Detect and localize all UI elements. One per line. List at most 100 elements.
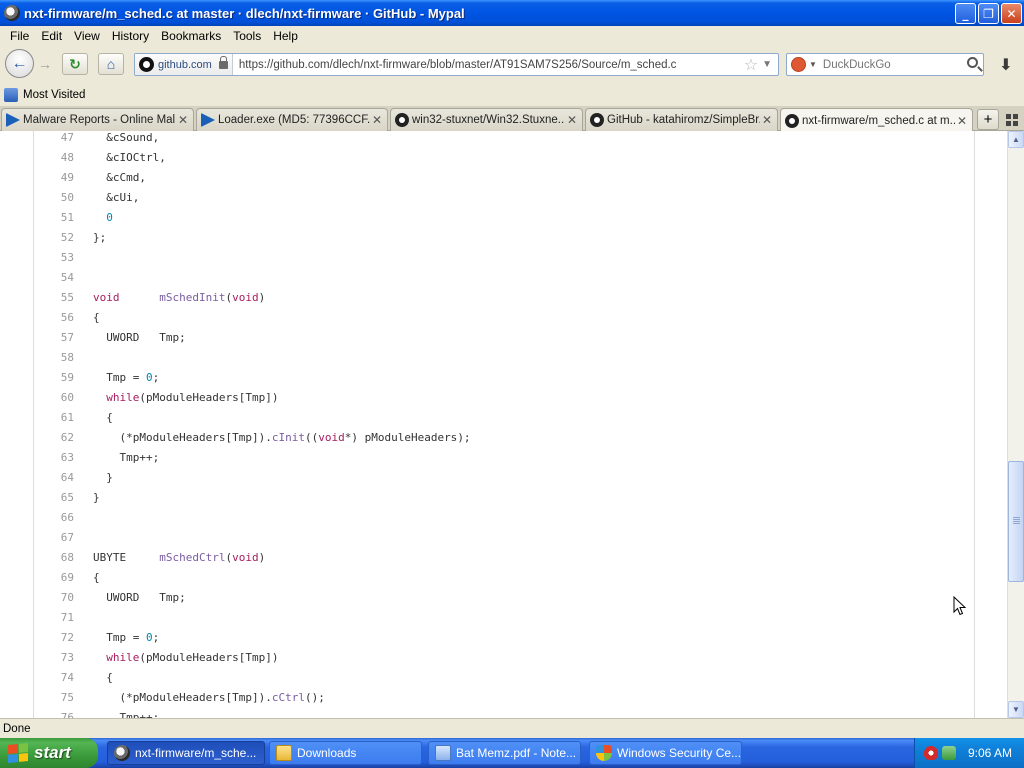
network-icon[interactable] xyxy=(942,746,956,760)
line-number[interactable]: 74 xyxy=(34,668,74,688)
code-text: Tmp++; xyxy=(119,451,160,464)
code-text: Tmp = 0; xyxy=(106,631,160,644)
menu-file[interactable]: File xyxy=(4,26,35,46)
line-number[interactable]: 76 xyxy=(34,708,74,718)
search-engine-dropdown-icon[interactable]: ▼ xyxy=(809,60,817,69)
line-number[interactable]: 73 xyxy=(34,648,74,668)
close-button[interactable]: ✕ xyxy=(1001,3,1022,24)
line-number[interactable]: 62 xyxy=(34,428,74,448)
taskbar-item-mypal[interactable]: nxt-firmware/m_sche... xyxy=(107,741,265,765)
taskbar-item-label: Downloads xyxy=(297,746,357,760)
line-number[interactable]: 57 xyxy=(34,328,74,348)
line-number[interactable]: 54 xyxy=(34,268,74,288)
start-button[interactable]: start xyxy=(0,738,98,768)
line-number[interactable]: 56 xyxy=(34,308,74,328)
code-text: UWORD Tmp; xyxy=(106,331,186,344)
line-number[interactable]: 61 xyxy=(34,408,74,428)
line-number[interactable]: 59 xyxy=(34,368,74,388)
line-number[interactable]: 47 xyxy=(34,131,74,148)
lock-icon xyxy=(218,55,228,69)
tab-m-sched[interactable]: nxt-firmware/m_sched.c at m... ✕ xyxy=(780,108,973,132)
tab-close-icon[interactable]: ✕ xyxy=(565,113,579,127)
security-alert-icon[interactable] xyxy=(924,746,938,760)
back-button[interactable]: ← xyxy=(5,49,34,78)
menu-edit[interactable]: Edit xyxy=(35,26,68,46)
clock[interactable]: 9:06 AM xyxy=(968,746,1012,760)
menu-view[interactable]: View xyxy=(68,26,106,46)
home-button[interactable]: ⌂ xyxy=(98,53,124,75)
tab-close-icon[interactable]: ✕ xyxy=(760,113,774,127)
list-all-tabs-icon[interactable] xyxy=(1004,112,1020,128)
line-number[interactable]: 50 xyxy=(34,188,74,208)
tab-label: nxt-firmware/m_sched.c at m... xyxy=(802,114,955,127)
line-number[interactable]: 66 xyxy=(34,508,74,528)
vertical-scrollbar[interactable]: ▲ ▼ xyxy=(1007,131,1024,718)
github-icon xyxy=(395,113,409,127)
line-number[interactable]: 69 xyxy=(34,568,74,588)
mouse-pointer-icon xyxy=(953,596,967,616)
scroll-grip-icon xyxy=(1013,517,1020,525)
forward-button[interactable]: → xyxy=(36,55,54,73)
line-number[interactable]: 63 xyxy=(34,448,74,468)
tab-close-icon[interactable]: ✕ xyxy=(955,114,969,128)
search-icon[interactable] xyxy=(967,57,978,68)
scroll-up-button[interactable]: ▲ xyxy=(1008,131,1024,148)
maximize-button[interactable]: ❐ xyxy=(978,3,999,24)
line-number[interactable]: 52 xyxy=(34,228,74,248)
search-bar[interactable]: ▼ xyxy=(786,53,984,76)
mypal-icon[interactable] xyxy=(4,5,20,21)
code-view: 47 &cSound, 48 &cIOCtrl, 49 &cCmd, 50 &cUi,… xyxy=(33,131,975,718)
line-number[interactable]: 58 xyxy=(34,348,74,368)
tab-simplebrowser[interactable]: GitHub - katahiromz/SimpleBr... ✕ xyxy=(585,108,778,131)
url-text[interactable]: https://github.com/dlech/nxt-firmware/bl… xyxy=(239,59,744,71)
code-line: 69 { xyxy=(34,568,974,588)
tab-close-icon[interactable]: ✕ xyxy=(370,113,384,127)
scroll-thumb[interactable] xyxy=(1008,461,1024,582)
menu-history[interactable]: History xyxy=(106,26,155,46)
bookmark-most-visited[interactable]: Most Visited xyxy=(23,89,85,101)
url-dropdown-icon[interactable]: ▼ xyxy=(762,59,772,70)
line-number[interactable]: 49 xyxy=(34,168,74,188)
tab-label: GitHub - katahiromz/SimpleBr... xyxy=(607,114,760,126)
download-arrow-icon: ⬇ xyxy=(999,57,1013,74)
downloads-button[interactable]: ⬇ xyxy=(993,54,1019,76)
line-number[interactable]: 67 xyxy=(34,528,74,548)
line-number[interactable]: 48 xyxy=(34,148,74,168)
menu-bookmarks[interactable]: Bookmarks xyxy=(155,26,227,46)
line-number[interactable]: 75 xyxy=(34,688,74,708)
code-line: 61 { xyxy=(34,408,974,428)
line-number[interactable]: 72 xyxy=(34,628,74,648)
bookmark-star-icon[interactable]: ☆ xyxy=(744,55,758,75)
line-number[interactable]: 64 xyxy=(34,468,74,488)
taskbar-item-downloads[interactable]: Downloads xyxy=(269,741,422,765)
code-text: Tmp = 0; xyxy=(106,371,160,384)
tab-loader-exe[interactable]: Loader.exe (MD5: 77396CCF... ✕ xyxy=(196,108,388,131)
menu-tools[interactable]: Tools xyxy=(227,26,267,46)
site-identity-badge[interactable]: github.com xyxy=(135,54,233,75)
line-number[interactable]: 65 xyxy=(34,488,74,508)
line-number[interactable]: 71 xyxy=(34,608,74,628)
code-line: 73 while(pModuleHeaders[Tmp]) xyxy=(34,648,974,668)
reload-button[interactable]: ↻ xyxy=(62,53,88,75)
code-line: 55 void mSchedInit(void) xyxy=(34,288,974,308)
line-number[interactable]: 51 xyxy=(34,208,74,228)
tab-close-icon[interactable]: ✕ xyxy=(176,113,190,127)
scroll-down-button[interactable]: ▼ xyxy=(1008,701,1024,718)
taskbar-item-notepad[interactable]: Bat Memz.pdf - Note... xyxy=(428,741,581,765)
search-input[interactable] xyxy=(822,58,963,71)
back-arrow-icon: ← xyxy=(11,54,28,72)
tab-win32-stuxnet[interactable]: win32-stuxnet/Win32.Stuxne... ✕ xyxy=(390,108,583,131)
line-number[interactable]: 68 xyxy=(34,548,74,568)
line-number[interactable]: 70 xyxy=(34,588,74,608)
line-number[interactable]: 53 xyxy=(34,248,74,268)
address-bar[interactable]: github.com https://github.com/dlech/nxt-… xyxy=(134,53,779,76)
line-number[interactable]: 60 xyxy=(34,388,74,408)
menu-help[interactable]: Help xyxy=(267,26,304,46)
tab-malware-reports[interactable]: Malware Reports - Online Mal... ✕ xyxy=(1,108,194,131)
folder-icon xyxy=(276,745,292,761)
minimize-button[interactable]: _ xyxy=(955,3,976,24)
duckduckgo-icon[interactable] xyxy=(791,57,806,72)
line-number[interactable]: 55 xyxy=(34,288,74,308)
taskbar-item-security-center[interactable]: Windows Security Ce... xyxy=(589,741,742,765)
new-tab-button[interactable]: + xyxy=(977,109,999,130)
